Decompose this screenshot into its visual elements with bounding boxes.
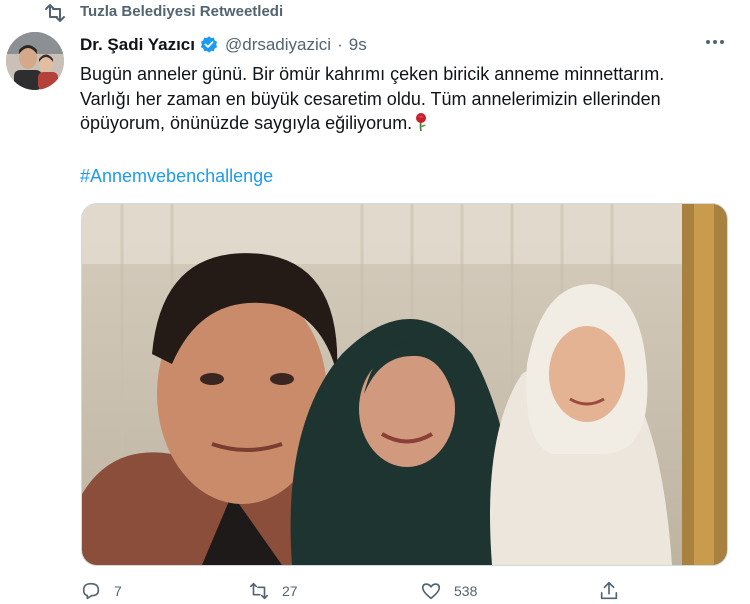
share-icon <box>600 581 618 600</box>
tweet-text-line: öpüyorum, önünüzde saygıyla eğiliyorum. <box>80 111 730 136</box>
retweet-count: 27 <box>282 583 298 599</box>
tweet-timestamp[interactable]: 9s <box>349 35 367 55</box>
avatar[interactable] <box>6 32 64 90</box>
share-button[interactable] <box>598 580 620 602</box>
reply-icon <box>82 582 100 600</box>
author-name[interactable]: Dr. Şadi Yazıcı <box>80 35 195 55</box>
tweet-actions: 7 27 538 <box>80 580 720 604</box>
tweet-text-line-content: öpüyorum, önünüzde saygıyla eğiliyorum. <box>80 113 413 133</box>
heart-icon <box>421 583 441 600</box>
retweet-button[interactable]: 27 <box>248 580 298 602</box>
tweet-text-line: Bugün anneler günü. Bir ömür kahrımı çek… <box>80 64 665 84</box>
like-button[interactable]: 538 <box>420 580 477 602</box>
like-count: 538 <box>454 583 478 599</box>
tweet-text: Bugün anneler günü. Bir ömür kahrımı çek… <box>80 62 730 136</box>
rose-emoji-icon <box>416 113 427 131</box>
tweet-text-line: Varlığı her zaman en büyük cesaretim old… <box>80 88 661 109</box>
reply-count: 7 <box>114 583 122 599</box>
retweet-icon <box>45 4 65 22</box>
tweet-header: Dr. Şadi Yazıcı @drsadiyazici · 9s <box>80 34 367 56</box>
verified-badge-icon <box>200 36 218 53</box>
hashtag-link[interactable]: #Annemvebenchallenge <box>80 164 273 188</box>
more-options-icon[interactable] <box>700 30 730 54</box>
separator-dot: · <box>337 35 343 54</box>
reply-button[interactable]: 7 <box>80 580 122 602</box>
retweet-action-icon <box>249 582 269 600</box>
author-handle[interactable]: @drsadiyazici <box>225 35 331 55</box>
tweet-photo[interactable] <box>81 203 728 566</box>
retweet-context-label[interactable]: Tuzla Belediyesi Retweetledi <box>80 2 283 22</box>
